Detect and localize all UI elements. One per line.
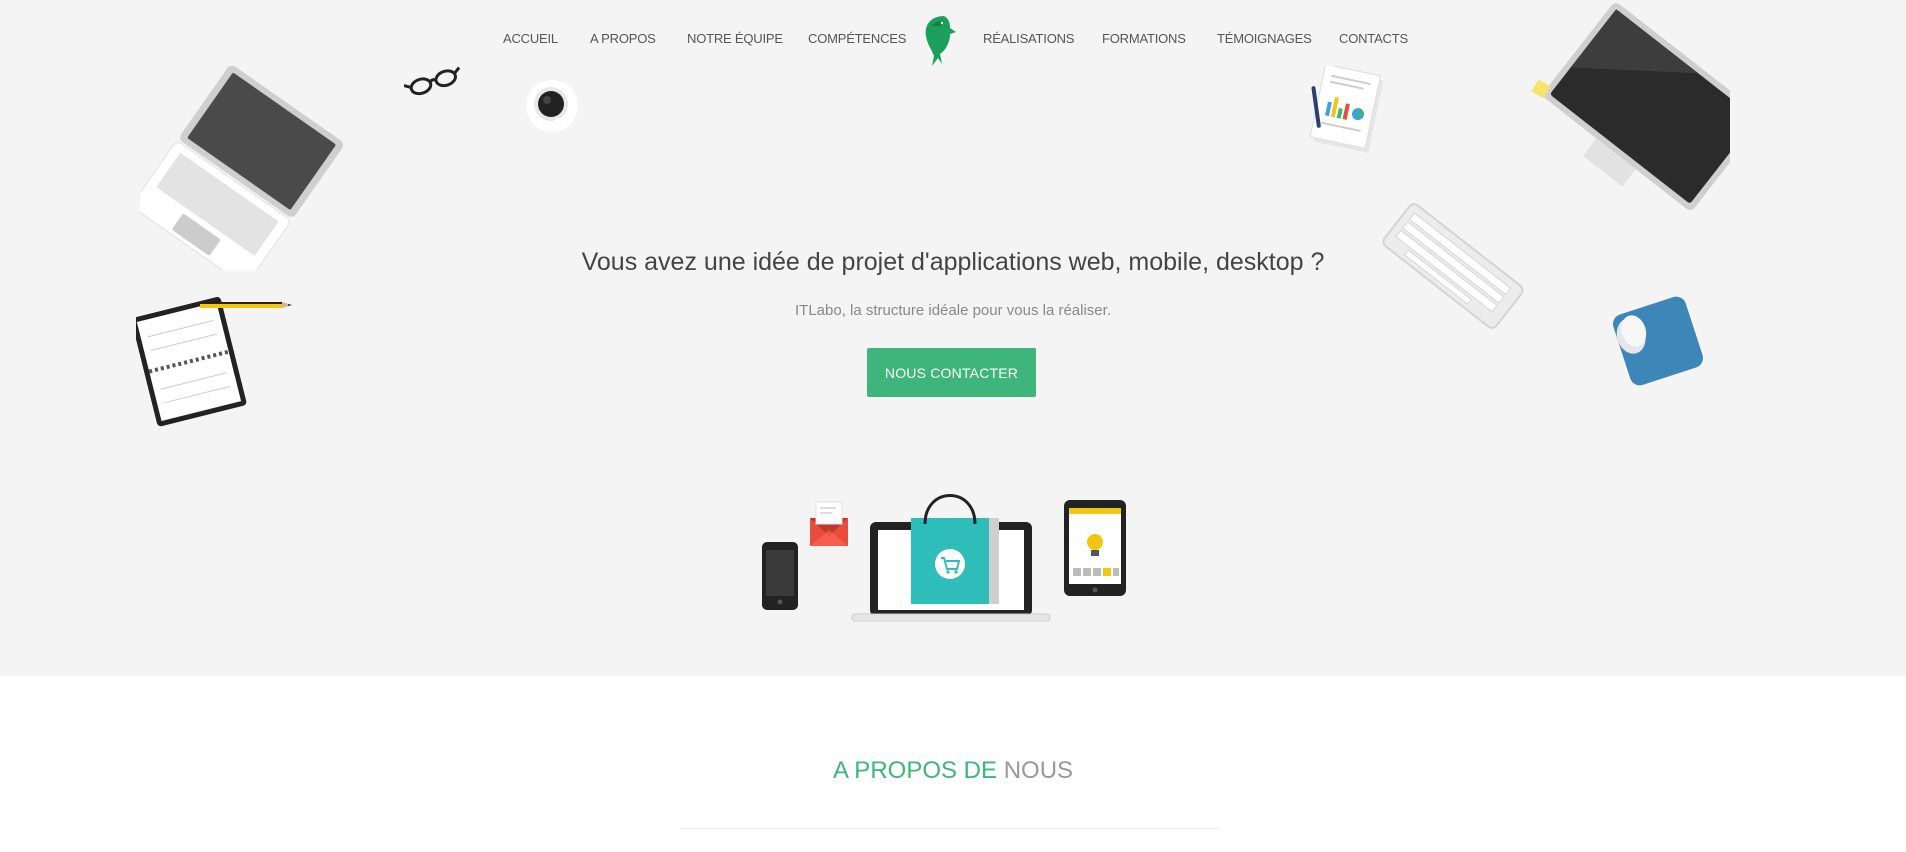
- nav-item-accueil[interactable]: ACCUEIL: [503, 31, 558, 46]
- about-title-muted: NOUS: [1003, 757, 1074, 784]
- nav-item-temoignages[interactable]: TÉMOIGNAGES: [1217, 31, 1312, 46]
- hero-title: Vous avez une idée de projet d'applicati…: [581, 248, 1325, 276]
- nav-item-notre-equipe[interactable]: NOTRE ÉQUIPE: [687, 31, 783, 46]
- nav-item-formations[interactable]: FORMATIONS: [1102, 31, 1186, 46]
- dolphin-logo-icon[interactable]: [918, 12, 958, 68]
- section-divider: [680, 828, 1220, 829]
- about-section-title: A PROPOS DE NOUS: [0, 757, 1906, 785]
- laptop-illustration-icon: [140, 65, 344, 270]
- devices-shopping-illustration-icon: [762, 494, 1126, 622]
- nav-item-realisations[interactable]: RÉALISATIONS: [983, 31, 1074, 46]
- desktop-monitor-icon: [1531, 3, 1730, 210]
- hero-section: ACCUEIL A PROPOS NOTRE ÉQUIPE COMPÉTENCE…: [0, 0, 1906, 676]
- hero-subtitle: ITLabo, la structure idéale pour vous la…: [794, 302, 1111, 319]
- document-chart-icon: [1309, 66, 1384, 154]
- contact-cta-button[interactable]: NOUS CONTACTER: [867, 348, 1036, 397]
- coffee-cup-icon: [526, 80, 578, 132]
- about-title-accent: A PROPOS DE: [832, 757, 998, 784]
- nav-item-contacts[interactable]: CONTACTS: [1339, 31, 1408, 46]
- glasses-icon: [404, 66, 461, 96]
- nav-item-a-propos[interactable]: A PROPOS: [590, 31, 656, 46]
- nav-item-competences[interactable]: COMPÉTENCES: [808, 31, 906, 46]
